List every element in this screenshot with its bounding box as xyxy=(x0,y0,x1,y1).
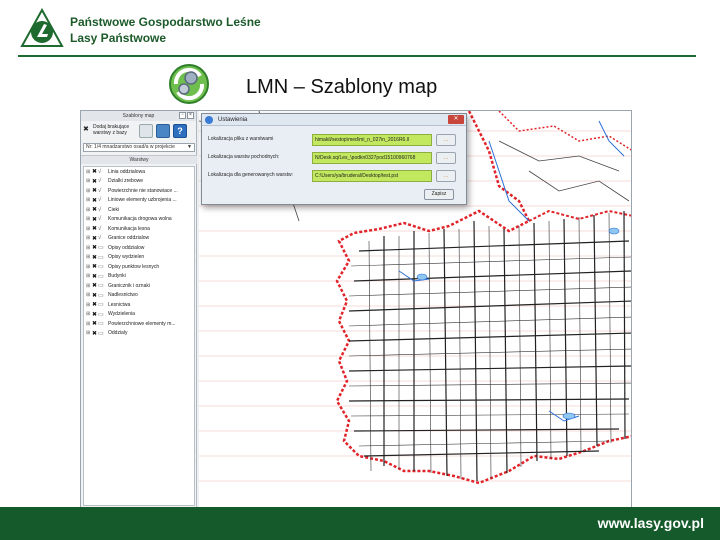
layer-type-icon: ▭ xyxy=(98,302,104,309)
layer-type-icon: ▭ xyxy=(98,283,104,290)
settings-row-layers: Lokalizacja pliku z warstwami himakil/se… xyxy=(208,134,462,146)
row-label: Lokalizacja warstw pochodnych: xyxy=(208,154,280,160)
layer-label: Lesnictwa xyxy=(108,301,131,308)
layer-label: Powierzchniowe elementy m... xyxy=(108,320,176,327)
layer-label: Opisy oddzialow xyxy=(108,244,145,251)
settings-row-generated: Lokalizacja dla generowanych warstw: C:\… xyxy=(208,170,462,182)
layer-label: Komunikacja drogowa wolna xyxy=(108,216,172,223)
dialog-title: Ustawienia xyxy=(218,117,248,123)
layer-item[interactable]: ⊞ ✖ ▭ Powierzchniowe elementy m... xyxy=(84,319,194,329)
organization-name: Państwowe Gospodarstwo Leśne Lasy Państw… xyxy=(70,14,261,46)
gear-icon[interactable] xyxy=(156,124,170,138)
layer-item[interactable]: ⊞ ✖ √ Komunikacja drogowa wolna xyxy=(84,215,194,225)
layer-type-icon: ▭ xyxy=(98,245,104,252)
recycle-gear-icon xyxy=(169,64,209,104)
derived-path-field[interactable]: N/Desk.sq/Les_\podkn0327pod15100960768 xyxy=(312,152,432,164)
layer-label: Wydzielenia xyxy=(108,311,135,318)
chevron-down-icon: ▼ xyxy=(187,144,192,150)
app-icon xyxy=(205,116,213,124)
layer-label: Dzialki zrebowe xyxy=(108,178,144,185)
layer-type-icon: ▭ xyxy=(98,264,104,271)
layer-type-icon: √ xyxy=(98,178,102,185)
help-icon[interactable]: ? xyxy=(173,124,187,138)
layer-label: Granice oddzialow xyxy=(108,235,150,242)
layer-item[interactable]: ⊞ ✖ ▭ Granicznik i oznaki xyxy=(84,281,194,291)
generated-path-field[interactable]: C:\Users/ya/bruderal/Desktop/test.pst xyxy=(312,170,432,182)
browse-button[interactable]: ... xyxy=(436,152,456,164)
row-label: Lokalizacja dla generowanych warstw: xyxy=(208,172,294,178)
layer-item[interactable]: ⊞ ✖ ▭ Wydzielenia xyxy=(84,310,194,320)
layer-item[interactable]: ⊞ ✖ ▭ Lesnictwa xyxy=(84,300,194,310)
template-select-value: Nr: 1/4 mnadzarstwo osad/a w projekcie xyxy=(86,144,175,150)
layers-title: Warstwy xyxy=(81,155,197,164)
layer-type-icon: √ xyxy=(98,197,102,204)
organization-line-2: Lasy Państwowe xyxy=(70,31,167,45)
layer-item[interactable]: ⊞ ✖ √ Dzialki zrebowe xyxy=(84,177,194,187)
save-button[interactable]: Zapisz xyxy=(424,189,454,200)
layer-item[interactable]: ⊞ ✖ √ Powierzchnie nie stanowiace ... xyxy=(84,186,194,196)
layers-list: ⊞ ✖ √ Linia oddzialowa ⊞ ✖ √ Dzialki zrebowe ⊞ ✖ √… xyxy=(83,166,195,506)
settings-row-derived: Lokalizacja warstw pochodnych: N/Desk.sq… xyxy=(208,152,462,164)
footer-bar: www.lasy.gov.pl xyxy=(0,507,720,540)
layer-label: Opisy wydzielen xyxy=(108,254,145,261)
layer-item[interactable]: ⊞ ✖ ▭ Nadlesnictwo xyxy=(84,291,194,301)
template-select[interactable]: Nr: 1/4 mnadzarstwo osad/a w projekcie ▼ xyxy=(83,143,195,152)
layer-label: Nadlesnictwo xyxy=(108,292,138,299)
layer-type-icon: ▭ xyxy=(98,330,104,337)
layer-item[interactable]: ⊞ ✖ ▭ Oddzialy xyxy=(84,329,194,339)
layer-label: Powierzchnie nie stanowiace ... xyxy=(108,187,178,194)
layer-item[interactable]: ⊞ ✖ √ Granice oddzialow xyxy=(84,234,194,244)
layer-type-icon: √ xyxy=(98,235,102,242)
header-divider xyxy=(18,55,696,57)
layer-item[interactable]: ⊞ ✖ ▭ Budynki xyxy=(84,272,194,282)
layers-path-field[interactable]: himakil/sestop\med\mi_n_027in_2016R6.ll xyxy=(312,134,432,146)
layer-item[interactable]: ⊞ ✖ √ Komunikacja lesna xyxy=(84,224,194,234)
templates-panel: Szablony map ▫ × ✖ Dodaj brakujące warst… xyxy=(81,111,197,507)
add-missing-layers-label: Dodaj brakujące warstwy z bazy xyxy=(93,124,130,136)
layer-label: Opisy punktow lesnych xyxy=(108,263,160,270)
layer-type-icon: ▭ xyxy=(98,254,104,261)
close-icon[interactable]: ✖ xyxy=(83,125,89,133)
panel-tools: ? xyxy=(139,124,187,138)
row-label: Lokalizacja pliku z warstwami xyxy=(208,136,274,142)
layer-item[interactable]: ⊞ ✖ √ Liniowe elementy uzbrojenia ... xyxy=(84,196,194,206)
panel-title-text: Szablony map xyxy=(122,113,155,119)
layer-item[interactable]: ⊞ ✖ ▭ Opisy punktow lesnych xyxy=(84,262,194,272)
layer-type-icon: ▭ xyxy=(98,321,104,328)
layer-item[interactable]: ⊞ ✖ ▭ Opisy oddzialow xyxy=(84,243,194,253)
layer-label: Linia oddzialowa xyxy=(108,168,145,175)
layer-type-icon: ▭ xyxy=(98,292,104,299)
layer-label: Komunikacja lesna xyxy=(108,225,150,232)
float-button[interactable]: ▫ xyxy=(179,112,186,119)
layer-item[interactable]: ⊞ ✖ √ Cieki xyxy=(84,205,194,215)
settings-dialog: Ustawienia ✕ Lokalizacja pliku z warstwa… xyxy=(201,113,467,205)
layer-type-icon: √ xyxy=(98,216,102,223)
lasy-panstwowe-logo xyxy=(20,8,64,47)
organization-line-1: Państwowe Gospodarstwo Leśne xyxy=(70,15,261,29)
layer-label: Liniowe elementy uzbrojenia ... xyxy=(108,197,177,204)
layer-type-icon: ▭ xyxy=(98,311,104,318)
panel-close-button[interactable]: × xyxy=(187,112,194,119)
page-title: LMN – Szablony map xyxy=(246,76,438,98)
panel-window-buttons: ▫ × xyxy=(179,112,194,119)
layer-label: Cieki xyxy=(108,206,120,213)
layer-label: Granicznik i oznaki xyxy=(108,282,150,289)
dialog-close-button[interactable]: ✕ xyxy=(448,115,464,124)
layer-type-icon: √ xyxy=(98,187,102,194)
layer-label: Oddzialy xyxy=(108,330,128,337)
layer-type-icon: √ xyxy=(98,168,102,175)
browse-button[interactable]: ... xyxy=(436,170,456,182)
layer-type-icon: √ xyxy=(98,225,102,232)
layer-label: Budynki xyxy=(108,273,126,280)
layer-item[interactable]: ⊞ ✖ √ Linia oddzialowa xyxy=(84,167,194,177)
qgis-window: Szablony map ▫ × ✖ Dodaj brakujące warst… xyxy=(80,110,632,508)
footer-url: www.lasy.gov.pl xyxy=(597,515,704,531)
layer-item[interactable]: ⊞ ✖ ▭ Opisy wydzielen xyxy=(84,253,194,263)
panel-title: Szablony map ▫ × xyxy=(81,111,196,121)
layer-type-icon: ▭ xyxy=(98,273,104,280)
browse-button[interactable]: ... xyxy=(436,134,456,146)
folder-icon[interactable] xyxy=(139,124,153,138)
dialog-titlebar: Ustawienia ✕ xyxy=(202,114,466,126)
layer-type-icon: √ xyxy=(98,206,102,213)
